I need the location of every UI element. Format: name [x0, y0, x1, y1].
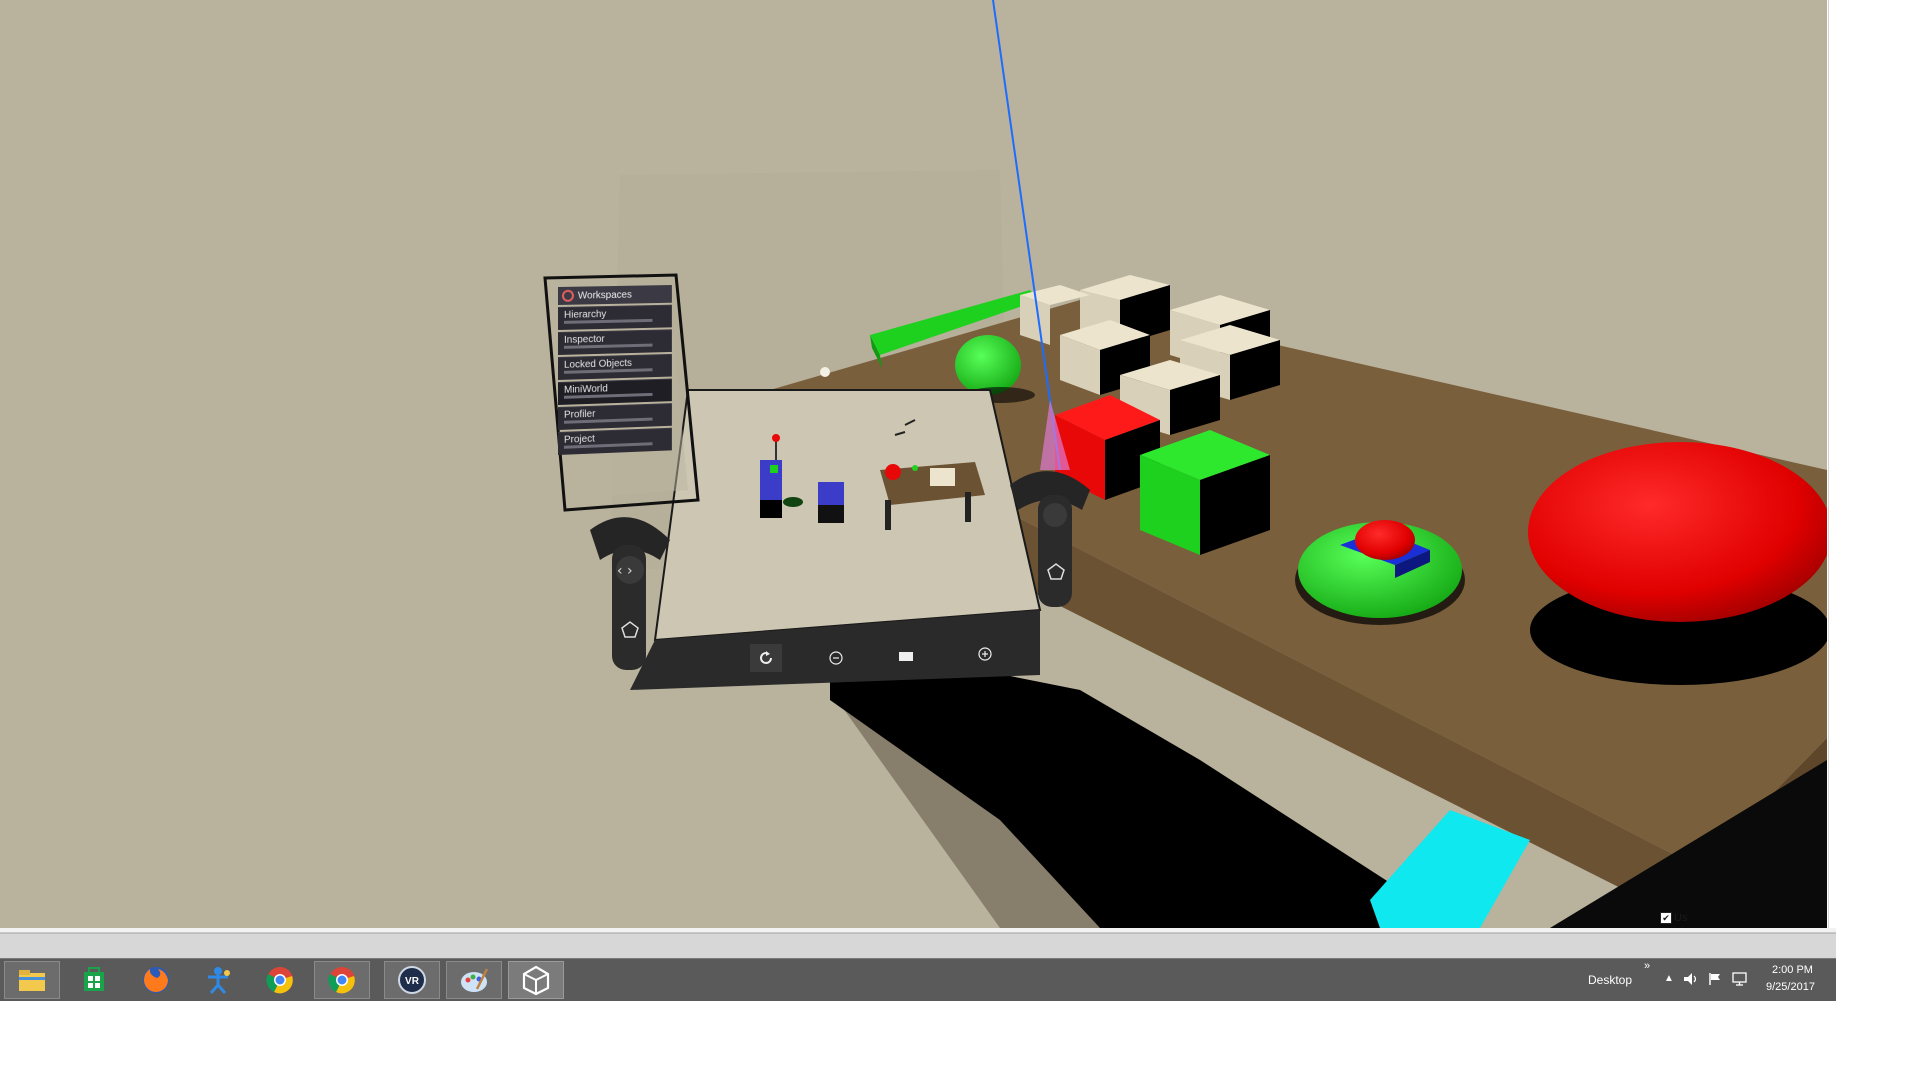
vr-scene: ‹ › — [0, 0, 1827, 928]
tool-figure-icon — [208, 967, 230, 994]
clock-time[interactable]: 2:00 PM — [1772, 964, 1813, 976]
action-center-flag-icon[interactable] — [1708, 972, 1722, 986]
workspace-item-profiler[interactable]: Profiler — [558, 403, 672, 430]
network-icon[interactable] — [1732, 972, 1748, 986]
svg-text:‹ ›: ‹ › — [617, 563, 633, 579]
taskbar-vr[interactable]: VR — [384, 961, 440, 999]
zoom-out-icon — [829, 651, 843, 665]
firefox-icon — [143, 967, 169, 993]
checkbox-label: Us — [1674, 912, 1688, 924]
zoom-out-button[interactable] — [820, 644, 852, 672]
vr-icon: VR — [398, 966, 426, 994]
unity-game-viewport[interactable]: ‹ › Workspaces Hierarchy Inspector Locke… — [0, 0, 1827, 928]
reset-icon — [760, 651, 772, 664]
desktop-toolbar-chevron-icon[interactable]: » — [1644, 960, 1650, 972]
desktop-toolbar-label[interactable]: Desktop — [1588, 973, 1632, 987]
file-explorer-icon — [19, 970, 45, 991]
workspaces-logo-icon — [561, 289, 574, 302]
window-edge — [1828, 0, 1837, 930]
taskbar-store[interactable] — [66, 961, 122, 999]
workspace-item-locked-objects[interactable]: Locked Objects — [558, 353, 672, 380]
workspaces-header: Workspaces — [558, 285, 672, 305]
workspace-item-miniworld[interactable]: MiniWorld — [558, 378, 672, 405]
chrome-icon — [328, 967, 355, 994]
clock-date[interactable]: 9/25/2017 — [1766, 981, 1815, 993]
window-bottom-bar — [0, 933, 1836, 959]
unity-icon — [522, 965, 550, 996]
workspace-item-hierarchy[interactable]: Hierarchy — [558, 304, 672, 330]
workspaces-title: Workspaces — [577, 289, 632, 302]
store-icon — [84, 967, 104, 991]
taskbar-file-explorer[interactable] — [4, 961, 60, 999]
taskbar-paint[interactable] — [446, 961, 502, 999]
tray-expand-icon[interactable]: ▲ — [1664, 973, 1674, 984]
zoom-in-icon — [978, 647, 992, 661]
workspace-item-inspector[interactable]: Inspector — [558, 329, 672, 355]
taskbar-firefox[interactable] — [128, 961, 184, 999]
reset-button[interactable] — [750, 644, 782, 672]
taskbar-unity[interactable] — [508, 961, 564, 999]
workspace-item-project[interactable]: Project — [558, 427, 672, 455]
checkbox-check-icon[interactable]: ✔ — [1660, 912, 1672, 924]
taskbar: VR Desktop » ▲ 2:00 PM 9/25/2017 — [0, 958, 1836, 1001]
workspaces-panel: Workspaces Hierarchy Inspector Locked Ob… — [558, 285, 672, 462]
red-sphere — [1528, 442, 1827, 622]
miniworld-toolbar — [745, 640, 1045, 674]
viewport-checkbox[interactable]: ✔ Us — [1660, 912, 1687, 924]
zoom-in-button[interactable] — [969, 640, 1001, 668]
volume-icon[interactable] — [1683, 972, 1699, 986]
chrome-icon — [266, 967, 293, 994]
pan-icon — [899, 652, 913, 661]
taskbar-chrome-1[interactable] — [252, 961, 308, 999]
taskbar-chrome-2[interactable] — [314, 961, 370, 999]
paint-icon — [461, 968, 489, 992]
pan-button[interactable] — [890, 642, 922, 670]
svg-text:VR: VR — [405, 976, 420, 987]
taskbar-tool[interactable] — [190, 961, 246, 999]
